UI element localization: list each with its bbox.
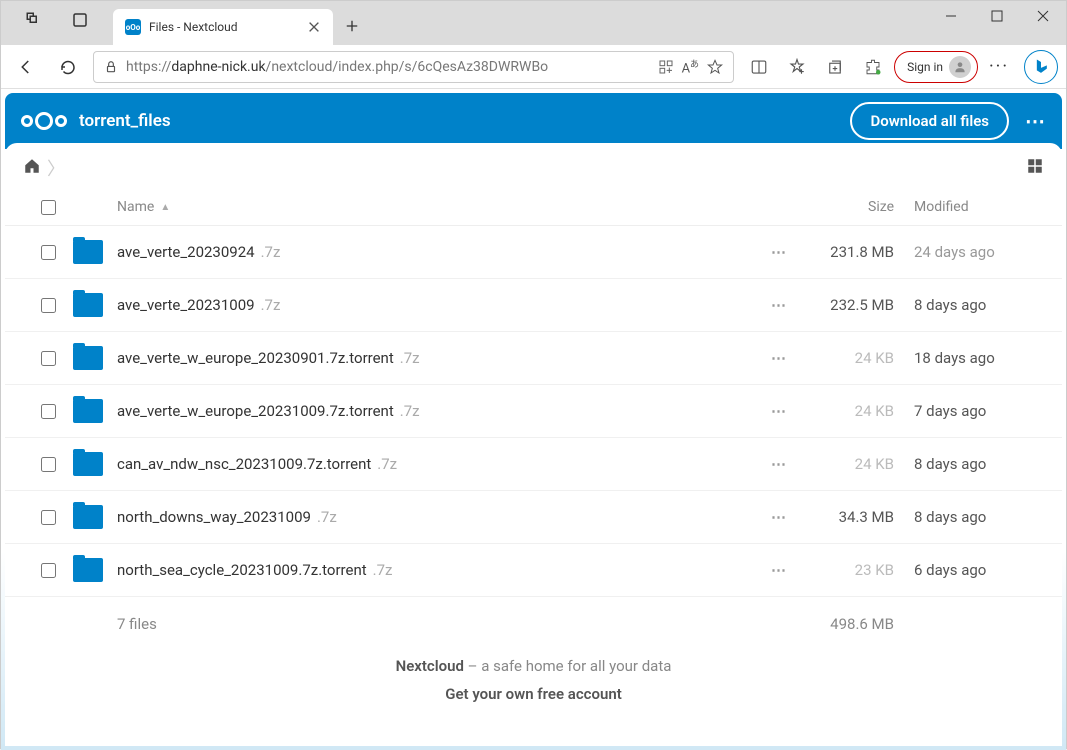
nextcloud-logo[interactable]: torrent_files — [21, 111, 171, 131]
favorite-icon[interactable] — [707, 59, 723, 75]
maximize-button[interactable] — [974, 1, 1020, 31]
folder-icon — [73, 505, 103, 529]
folder-icon — [73, 399, 103, 423]
file-size: 232.5 MB — [804, 296, 914, 314]
select-checkbox[interactable] — [41, 404, 56, 419]
file-name[interactable]: ave_verte_20231009.7z — [117, 296, 754, 314]
sort-asc-icon: ▲ — [160, 202, 170, 213]
close-window-button[interactable] — [1020, 1, 1066, 31]
file-size: 34.3 MB — [804, 508, 914, 526]
file-actions-button[interactable]: ⋯ — [771, 561, 787, 579]
breadcrumb-separator: 〉 — [47, 155, 65, 181]
file-modified: 8 days ago — [914, 508, 1044, 526]
file-actions-button[interactable]: ⋯ — [771, 508, 787, 526]
file-count: 7 files — [117, 615, 754, 633]
download-all-button[interactable]: Download all files — [850, 102, 1009, 140]
file-size: 24 KB — [804, 402, 914, 420]
folder-icon — [73, 240, 103, 264]
file-size: 24 KB — [804, 455, 914, 473]
avatar-icon — [949, 56, 971, 78]
file-actions-button[interactable]: ⋯ — [771, 402, 787, 420]
file-row[interactable]: ave_verte_w_europe_20231009.7z.torrent.7… — [5, 385, 1062, 438]
select-checkbox[interactable] — [41, 510, 56, 525]
signin-button[interactable]: Sign in — [894, 51, 978, 83]
file-actions-button[interactable]: ⋯ — [771, 455, 787, 473]
url-text: https://daphne-nick.uk/nextcloud/index.p… — [126, 59, 650, 75]
file-actions-button[interactable]: ⋯ — [771, 243, 787, 261]
file-row[interactable]: ave_verte_20230924.7z ⋯ 231.8 MB 24 days… — [5, 226, 1062, 279]
column-name-header[interactable]: Name ▲ — [117, 199, 754, 215]
bing-chat-button[interactable] — [1024, 50, 1058, 84]
favorites-icon[interactable] — [780, 50, 814, 84]
file-modified: 7 days ago — [914, 402, 1044, 420]
select-checkbox[interactable] — [41, 245, 56, 260]
new-tab-button[interactable] — [333, 18, 371, 45]
lock-icon — [104, 60, 118, 74]
file-name[interactable]: north_sea_cycle_20231009.7z.torrent.7z — [117, 561, 754, 579]
tab-overview-icon[interactable] — [17, 3, 51, 37]
file-modified: 24 days ago — [914, 243, 1044, 261]
file-row[interactable]: can_av_ndw_nsc_20231009.7z.torrent.7z ⋯ … — [5, 438, 1062, 491]
text-size-icon[interactable]: Aあ — [682, 57, 700, 76]
apps-icon[interactable] — [658, 59, 674, 75]
file-size: 24 KB — [804, 349, 914, 367]
nextcloud-favicon: oOo — [125, 19, 141, 35]
file-row[interactable]: ave_verte_20231009.7z ⋯ 232.5 MB 8 days … — [5, 279, 1062, 332]
file-name[interactable]: ave_verte_w_europe_20231009.7z.torrent.7… — [117, 402, 754, 420]
file-row[interactable]: north_downs_way_20231009.7z ⋯ 34.3 MB 8 … — [5, 491, 1062, 544]
split-screen-icon[interactable] — [742, 50, 776, 84]
folder-icon — [73, 452, 103, 476]
home-icon[interactable] — [23, 157, 41, 179]
select-checkbox[interactable] — [41, 351, 56, 366]
file-name[interactable]: can_av_ndw_nsc_20231009.7z.torrent.7z — [117, 455, 754, 473]
file-size: 23 KB — [804, 561, 914, 579]
close-icon[interactable] — [307, 20, 321, 34]
workspaces-icon[interactable] — [63, 3, 97, 37]
back-button[interactable] — [9, 50, 43, 84]
file-name[interactable]: ave_verte_20230924.7z — [117, 243, 754, 261]
tab-title: Files - Nextcloud — [149, 20, 299, 34]
select-checkbox[interactable] — [41, 298, 56, 313]
file-modified: 18 days ago — [914, 349, 1044, 367]
file-name[interactable]: north_downs_way_20231009.7z — [117, 508, 754, 526]
footer-tagline: Nextcloud – a safe home for all your dat… — [5, 651, 1062, 681]
file-row[interactable]: ave_verte_w_europe_20230901.7z.torrent.7… — [5, 332, 1062, 385]
table-header: Name ▲ Size Modified — [5, 189, 1062, 226]
folder-title: torrent_files — [79, 111, 171, 131]
signin-label: Sign in — [907, 60, 943, 74]
browser-tab[interactable]: oOo Files - Nextcloud — [113, 9, 333, 45]
header-more-button[interactable]: ⋯ — [1025, 109, 1046, 133]
browser-titlebar: oOo Files - Nextcloud — [1, 1, 1066, 45]
column-size-header[interactable]: Size — [804, 199, 914, 215]
browser-toolbar: https://daphne-nick.uk/nextcloud/index.p… — [1, 45, 1066, 89]
file-actions-button[interactable]: ⋯ — [771, 349, 787, 367]
nextcloud-app: torrent_files Download all files ⋯ 〉 Nam… — [1, 89, 1066, 750]
folder-icon — [73, 346, 103, 370]
more-button[interactable]: ··· — [982, 50, 1016, 84]
column-modified-header[interactable]: Modified — [914, 199, 1044, 215]
select-all-checkbox[interactable] — [41, 200, 56, 215]
file-modified: 6 days ago — [914, 561, 1044, 579]
refresh-button[interactable] — [51, 50, 85, 84]
summary-row: 7 files 498.6 MB — [5, 597, 1062, 651]
file-size: 231.8 MB — [804, 243, 914, 261]
folder-icon — [73, 558, 103, 582]
file-row[interactable]: north_sea_cycle_20231009.7z.torrent.7z ⋯… — [5, 544, 1062, 597]
collections-icon[interactable] — [818, 50, 852, 84]
file-name[interactable]: ave_verte_w_europe_20230901.7z.torrent.7… — [117, 349, 754, 367]
extensions-icon[interactable] — [856, 50, 890, 84]
footer-cta-link[interactable]: Get your own free account — [5, 681, 1062, 707]
file-modified: 8 days ago — [914, 296, 1044, 314]
folder-icon — [73, 293, 103, 317]
select-checkbox[interactable] — [41, 563, 56, 578]
file-listing: 〉 Name ▲ Size Modified ave_verte_2023092… — [5, 143, 1062, 746]
total-size: 498.6 MB — [804, 615, 914, 633]
file-actions-button[interactable]: ⋯ — [771, 296, 787, 314]
file-modified: 8 days ago — [914, 455, 1044, 473]
grid-view-toggle[interactable] — [1026, 157, 1044, 179]
url-bar[interactable]: https://daphne-nick.uk/nextcloud/index.p… — [93, 51, 734, 83]
minimize-button[interactable] — [928, 1, 974, 31]
nextcloud-header: torrent_files Download all files ⋯ — [5, 93, 1062, 149]
select-checkbox[interactable] — [41, 457, 56, 472]
